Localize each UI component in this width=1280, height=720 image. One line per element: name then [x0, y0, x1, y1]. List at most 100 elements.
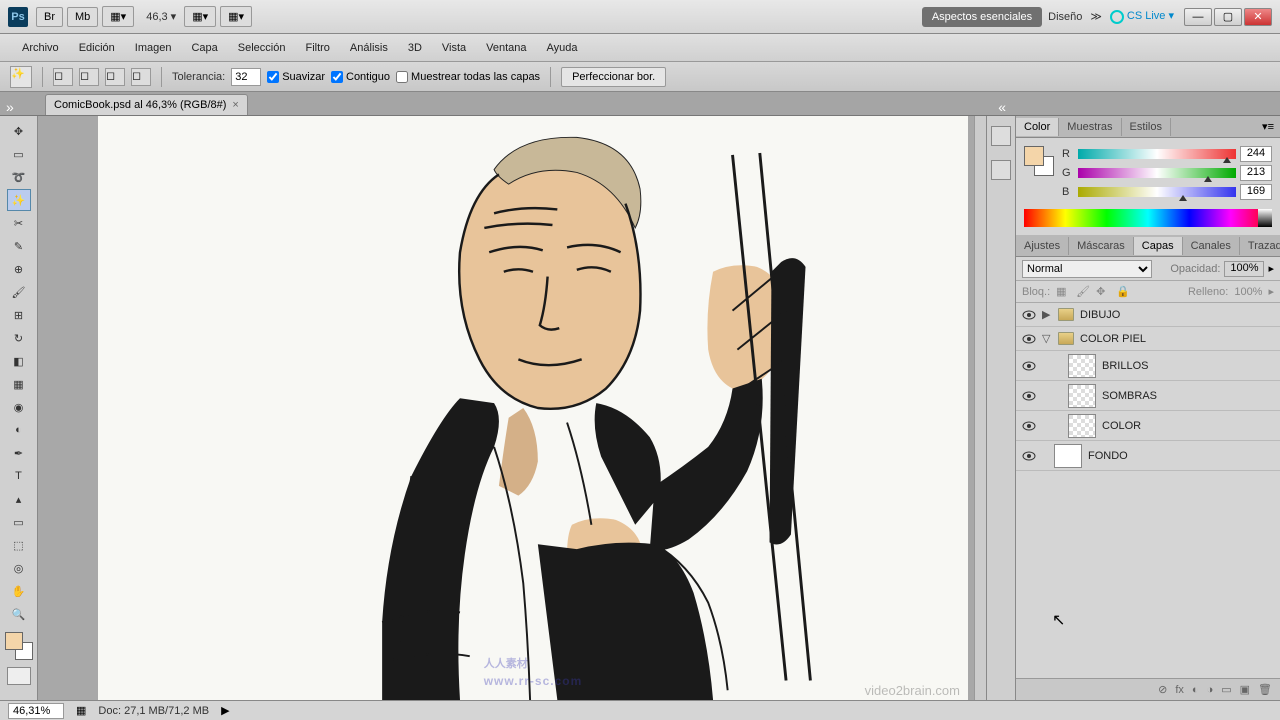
menu-capa[interactable]: Capa [181, 38, 227, 58]
layer-mask-icon[interactable]: ◐ [1192, 684, 1199, 696]
visibility-icon[interactable] [1022, 450, 1036, 462]
3d-tool[interactable]: ⬚ [7, 534, 31, 556]
eyedropper-tool[interactable]: ✎ [7, 235, 31, 257]
layer-name[interactable]: DIBUJO [1080, 309, 1120, 321]
arrange-documents-button[interactable]: ▦▾ [102, 6, 134, 27]
menu-edicion[interactable]: Edición [69, 38, 125, 58]
layer-group-colorpiel[interactable]: ▽ COLOR PIEL [1016, 327, 1280, 351]
crop-tool[interactable]: ✂ [7, 212, 31, 234]
tab-color[interactable]: Color [1016, 118, 1059, 136]
tab-mascaras[interactable]: Máscaras [1069, 237, 1134, 255]
extras-button[interactable]: ▦▾ [220, 6, 252, 27]
lock-all-icon[interactable]: 🔒 [1116, 285, 1130, 299]
dodge-tool[interactable]: ◐ [7, 419, 31, 441]
eraser-tool[interactable]: ◧ [7, 350, 31, 372]
visibility-icon[interactable] [1022, 390, 1036, 402]
selection-add[interactable]: ◻ [79, 68, 99, 86]
vertical-scrollbar[interactable] [974, 116, 986, 700]
selection-intersect[interactable]: ◻ [131, 68, 151, 86]
disclosure-icon[interactable]: ▽ [1042, 332, 1052, 345]
spectrum-ramp[interactable] [1024, 209, 1272, 227]
tab-trazados[interactable]: Trazad [1240, 237, 1280, 255]
delete-layer-icon[interactable]: 🗑 [1258, 683, 1272, 696]
color-swatches[interactable] [5, 632, 33, 660]
menu-3d[interactable]: 3D [398, 38, 432, 58]
layer-name[interactable]: FONDO [1088, 450, 1128, 462]
layer-group-dibujo[interactable]: ▶ DIBUJO [1016, 303, 1280, 327]
lock-pixels-icon[interactable]: 🖌 [1076, 285, 1090, 299]
tab-canales[interactable]: Canales [1183, 237, 1240, 255]
workspace-more[interactable]: ≫ [1090, 10, 1102, 23]
shape-tool[interactable]: ▭ [7, 511, 31, 533]
new-group-icon[interactable]: ▭ [1221, 683, 1231, 696]
tab-capas[interactable]: Capas [1134, 237, 1183, 255]
close-tab-icon[interactable]: × [232, 99, 238, 111]
panel-icon-2[interactable] [991, 160, 1011, 180]
blur-tool[interactable]: ◉ [7, 396, 31, 418]
layer-brillos[interactable]: BRILLOS [1016, 351, 1280, 381]
opacity-flyout[interactable]: ▸ [1268, 262, 1274, 275]
lasso-tool[interactable]: ➰ [7, 166, 31, 188]
magic-wand-tool[interactable]: ✨ [7, 189, 31, 211]
expand-right-icon[interactable]: « [998, 99, 1006, 115]
3d-camera-tool[interactable]: ◎ [7, 557, 31, 579]
layer-name[interactable]: BRILLOS [1102, 360, 1148, 372]
color-panel-menu[interactable]: ▾≡ [1256, 120, 1280, 133]
layer-fx-icon[interactable]: fx [1175, 684, 1184, 696]
layer-sombras[interactable]: SOMBRAS [1016, 381, 1280, 411]
expand-left-icon[interactable]: » [6, 99, 14, 115]
stamp-tool[interactable]: ⊞ [7, 304, 31, 326]
canvas[interactable]: 人人素材www.rr-sc.com video2brain.com [98, 116, 968, 700]
color-panel-swatches[interactable] [1024, 146, 1054, 176]
fill-flyout[interactable]: ▸ [1268, 285, 1274, 298]
visibility-icon[interactable] [1022, 360, 1036, 372]
lock-position-icon[interactable]: ✥ [1096, 285, 1110, 299]
menu-seleccion[interactable]: Selección [228, 38, 296, 58]
adjustment-layer-icon[interactable]: ◑ [1207, 684, 1214, 696]
opacity-value[interactable]: 100% [1224, 261, 1264, 277]
new-layer-icon[interactable]: ▣ [1240, 683, 1250, 696]
g-slider[interactable] [1078, 168, 1236, 178]
selection-new[interactable]: ◻ [53, 68, 73, 86]
path-selection-tool[interactable]: ▴ [7, 488, 31, 510]
document-tab[interactable]: ComicBook.psd al 46,3% (RGB/8#) × [45, 94, 248, 115]
status-doc-icon[interactable]: ▦ [76, 704, 86, 717]
b-slider[interactable] [1078, 187, 1236, 197]
layer-color[interactable]: COLOR [1016, 411, 1280, 441]
fill-value[interactable]: 100% [1234, 286, 1262, 298]
layer-thumbnail[interactable] [1054, 444, 1082, 468]
r-slider[interactable] [1078, 149, 1236, 159]
g-value[interactable]: 213 [1240, 165, 1272, 181]
menu-ventana[interactable]: Ventana [476, 38, 536, 58]
b-value[interactable]: 169 [1240, 184, 1272, 200]
menu-ayuda[interactable]: Ayuda [537, 38, 588, 58]
status-zoom[interactable]: 46,31% [8, 703, 64, 719]
marquee-tool[interactable]: ▭ [7, 143, 31, 165]
zoom-tool[interactable]: 🔍 [7, 603, 31, 625]
workspace-design[interactable]: Diseño [1048, 11, 1082, 23]
cslive-button[interactable]: CS Live ▾ [1110, 9, 1174, 23]
tolerance-input[interactable] [231, 68, 261, 86]
layer-name[interactable]: SOMBRAS [1102, 390, 1157, 402]
screen-mode-button[interactable]: ▦▾ [184, 6, 216, 27]
status-flyout[interactable]: ▶ [221, 704, 229, 717]
refine-edge-button[interactable]: Perfeccionar bor. [561, 67, 666, 87]
visibility-icon[interactable] [1022, 333, 1036, 345]
layer-thumbnail[interactable] [1068, 354, 1096, 378]
tab-muestras[interactable]: Muestras [1059, 118, 1121, 136]
selection-subtract[interactable]: ◻ [105, 68, 125, 86]
menu-filtro[interactable]: Filtro [295, 38, 339, 58]
close-button[interactable]: ✕ [1244, 8, 1272, 26]
foreground-color[interactable] [5, 632, 23, 650]
visibility-icon[interactable] [1022, 420, 1036, 432]
menu-imagen[interactable]: Imagen [125, 38, 182, 58]
menu-vista[interactable]: Vista [432, 38, 476, 58]
menu-archivo[interactable]: Archivo [12, 38, 69, 58]
zoom-level[interactable]: 46,3 ▾ [146, 10, 176, 23]
gradient-tool[interactable]: ▦ [7, 373, 31, 395]
type-tool[interactable]: T [7, 465, 31, 487]
bridge-button[interactable]: Br [36, 7, 63, 27]
healing-tool[interactable]: ⊕ [7, 258, 31, 280]
current-tool-icon[interactable]: ✨ [10, 66, 32, 88]
layer-fondo[interactable]: FONDO [1016, 441, 1280, 471]
